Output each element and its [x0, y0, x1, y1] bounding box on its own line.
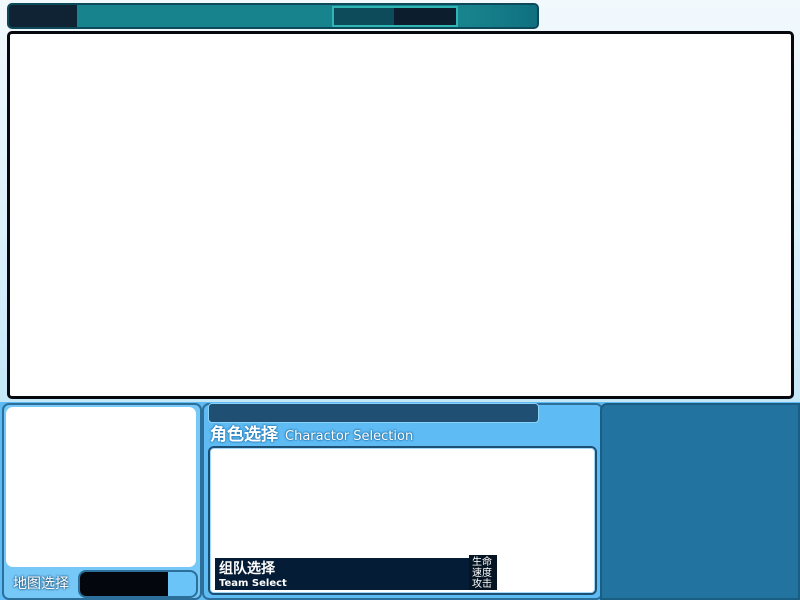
stat-attack-label: 攻击 — [472, 579, 492, 590]
map-select-value-field[interactable] — [80, 572, 168, 596]
info-panel — [600, 403, 800, 600]
top-bar-left-segment — [9, 5, 77, 27]
map-preview[interactable] — [6, 407, 196, 567]
team-select-subtitle: Team Select — [219, 578, 287, 589]
top-bar — [7, 3, 539, 29]
character-header-bar — [208, 403, 539, 423]
stat-health-label: 生命 — [472, 557, 492, 568]
game-viewport[interactable] — [7, 31, 794, 399]
character-selection-subtitle: Charactor Selection — [285, 429, 414, 444]
top-status-dark-segment — [394, 8, 456, 25]
top-status-indicator — [332, 6, 458, 27]
team-select-title: 组队选择 — [219, 561, 275, 577]
stat-speed-label: 速度 — [472, 568, 492, 579]
map-select-dropdown[interactable] — [78, 570, 198, 598]
map-select-label: 地图选择 — [13, 576, 69, 592]
character-selection-title: 角色选择 — [210, 425, 278, 445]
top-bar-fade-segment — [469, 5, 537, 27]
